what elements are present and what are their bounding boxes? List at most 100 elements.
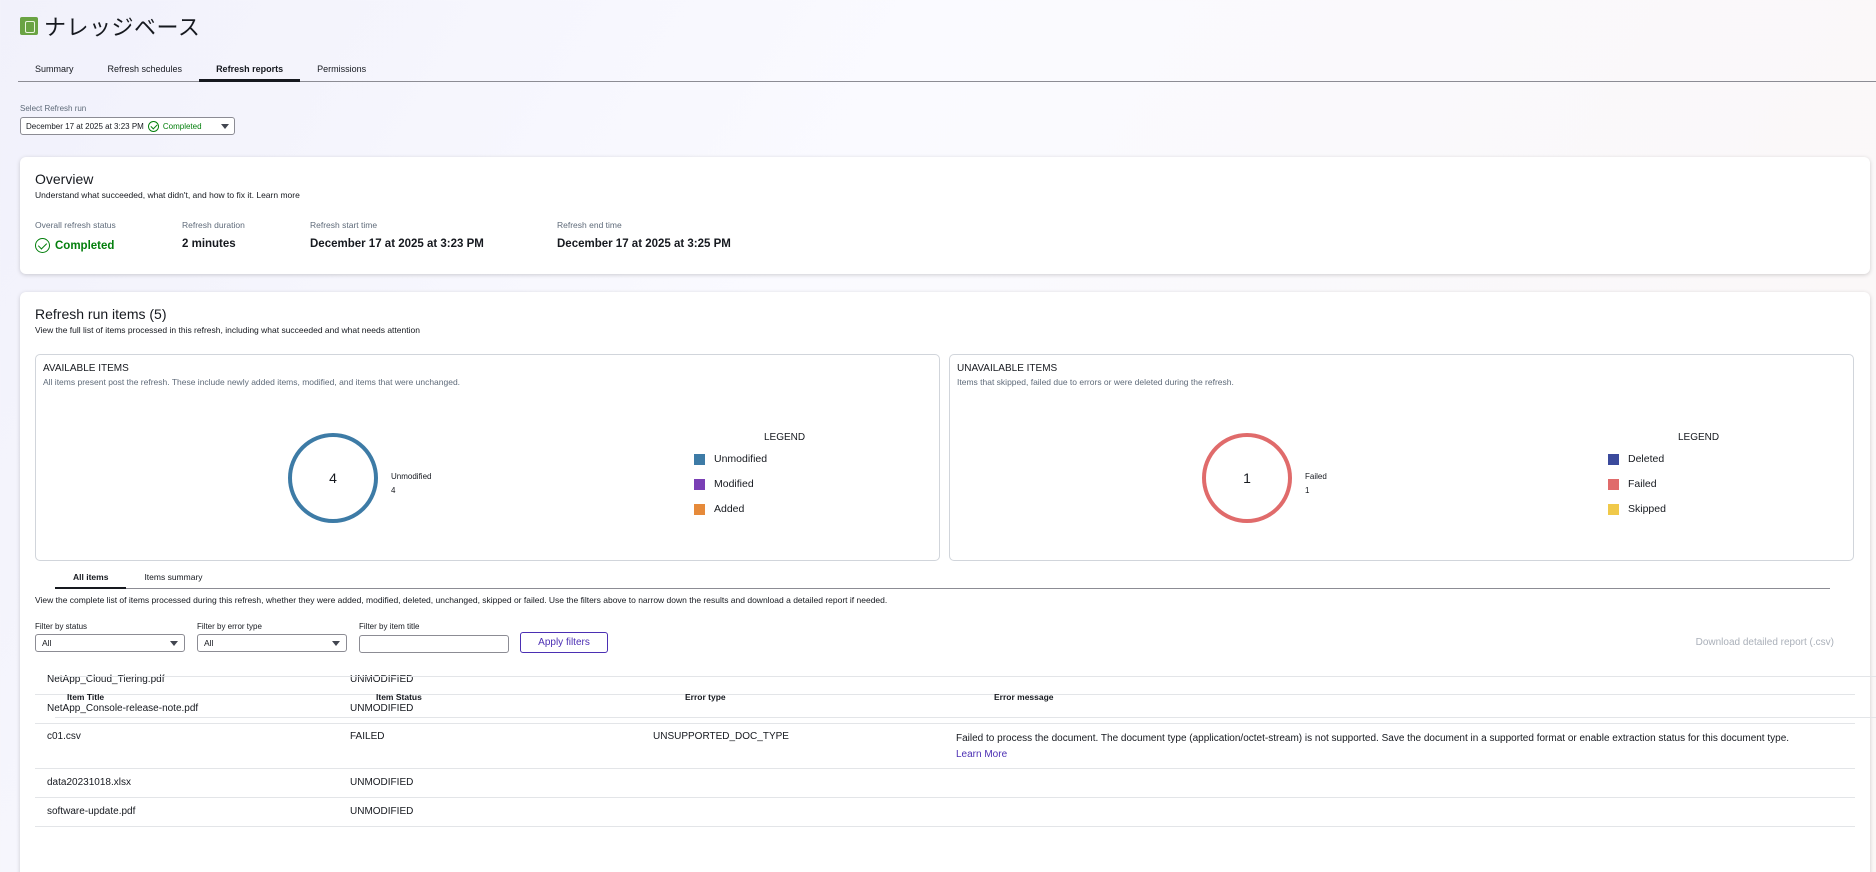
knowledge-base-icon (20, 17, 38, 35)
stat-end-time: Refresh end time December 17 at 2025 at … (557, 220, 804, 253)
items-subtabs: All items Items summary (55, 567, 1830, 589)
refresh-run-select[interactable]: December 17 at 2025 at 3:23 PM Completed (20, 117, 235, 135)
overview-card: Overview Understand what succeeded, what… (20, 157, 1870, 274)
item-title-filter: Filter by item title (359, 622, 509, 653)
legend-item-failed: Failed (1608, 478, 1719, 490)
overview-description: Understand what succeeded, what didn't, … (35, 190, 300, 200)
unavailable-items-panel: UNAVAILABLE ITEMS Items that skipped, fa… (949, 354, 1854, 561)
item-title-filter-input[interactable] (359, 635, 509, 653)
item-status: UNMODIFIED (350, 777, 414, 788)
tab-all-items[interactable]: All items (55, 567, 127, 589)
error-type: UNSUPPORTED_DOC_TYPE (653, 731, 789, 742)
item-title: c01.csv (47, 731, 81, 742)
refresh-run-items-card: Refresh run items (5) View the full list… (20, 292, 1876, 872)
overview-stats: Overall refresh status Completed Refresh… (35, 220, 1855, 253)
donut-label-value: 4 (391, 486, 396, 495)
column-header: Error type (685, 692, 726, 702)
status-filter-select[interactable]: All (35, 634, 185, 652)
donut-total: 4 (329, 470, 337, 486)
stat-value: 2 minutes (182, 238, 236, 250)
learn-more-link[interactable]: Learn More (956, 749, 1007, 760)
legend-label: Modified (714, 478, 754, 490)
legend-label: Unmodified (714, 453, 768, 465)
legend-item-unmodified: Unmodified (694, 453, 805, 465)
column-header: Error message (994, 692, 1054, 702)
panel-description: All items present post the refresh. Thes… (43, 377, 461, 387)
caret-down-icon (221, 123, 229, 129)
stat-start-time: Refresh start time December 17 at 2025 a… (310, 220, 557, 253)
download-report-button[interactable]: Download detailed report (.csv) (1696, 637, 1834, 648)
item-status: FAILED (350, 731, 385, 742)
stat-label: Refresh end time (557, 220, 622, 230)
check-circle-icon (147, 120, 159, 132)
stat-value-row: Completed (35, 238, 182, 253)
stat-duration: Refresh duration 2 minutes (182, 220, 310, 253)
overview-title: Overview (35, 171, 94, 187)
legend-item-deleted: Deleted (1608, 453, 1719, 465)
donut-label-name: Unmodified (391, 472, 432, 481)
legend-item-skipped: Skipped (1608, 503, 1719, 515)
panel-title: UNAVAILABLE ITEMS (957, 363, 1058, 374)
items-description: View the full list of items processed in… (35, 325, 420, 335)
item-title: software-update.pdf (47, 806, 136, 817)
legend-title: LEGEND (764, 432, 806, 443)
unavailable-donut-chart: 1 (1202, 433, 1292, 523)
column-header: Item Status (376, 692, 422, 702)
error-type-filter: Filter by error type All (197, 622, 347, 652)
legend-swatch (694, 453, 705, 465)
filter-label: Filter by status (35, 622, 88, 631)
tab-summary[interactable]: Summary (18, 58, 91, 82)
main-tabs: Summary Refresh schedules Refresh report… (18, 58, 1876, 82)
items-list-description: View the complete list of items processe… (35, 595, 888, 605)
table-row: data20231018.xlsx UNMODIFIED (35, 769, 1855, 798)
available-donut-chart: 4 (288, 433, 378, 523)
legend-item-modified: Modified (694, 478, 805, 490)
page-header: ナレッジベース (20, 10, 200, 42)
panel-title: AVAILABLE ITEMS (43, 363, 129, 374)
stat-label: Refresh duration (182, 220, 245, 230)
table-header-row: Item Title Item Status Error type Error … (55, 676, 1876, 718)
error-type-filter-select[interactable]: All (197, 634, 347, 652)
items-title: Refresh run items (5) (35, 306, 167, 322)
caret-down-icon (332, 640, 340, 646)
apply-filters-button[interactable]: Apply filters (520, 632, 608, 653)
legend-swatch (694, 478, 705, 490)
donut-label-name: Failed (1305, 472, 1327, 481)
available-legend: LEGEND Unmodified Modified Added (694, 432, 805, 528)
filter-label: Filter by error type (197, 622, 262, 631)
error-message: Failed to process the document. The docu… (956, 733, 1790, 744)
donut-label: Failed 1 (1305, 470, 1327, 498)
tab-refresh-reports[interactable]: Refresh reports (199, 58, 301, 82)
stat-value: Completed (55, 239, 115, 252)
legend-label: Failed (1628, 478, 1657, 490)
error-message-cell: Failed to process the document. The docu… (944, 731, 1844, 768)
legend-title: LEGEND (1678, 432, 1720, 443)
filter-label: Filter by item title (359, 622, 420, 631)
donut-label: Unmodified 4 (391, 470, 431, 498)
stat-value: December 17 at 2025 at 3:25 PM (557, 238, 731, 250)
refresh-run-status: Completed (162, 121, 202, 131)
tab-items-summary[interactable]: Items summary (126, 567, 220, 589)
available-items-panel: AVAILABLE ITEMS All items present post t… (35, 354, 940, 561)
legend-swatch (1608, 478, 1619, 490)
tab-permissions[interactable]: Permissions (300, 58, 383, 82)
caret-down-icon (170, 640, 178, 646)
stat-label: Overall refresh status (35, 220, 116, 230)
filter-value: All (42, 638, 52, 648)
legend-label: Skipped (1628, 503, 1666, 515)
unavailable-legend: LEGEND Deleted Failed Skipped (1608, 432, 1719, 528)
stat-value: December 17 at 2025 at 3:23 PM (310, 238, 484, 250)
stat-label: Refresh start time (310, 220, 378, 230)
filter-value: All (204, 638, 214, 648)
error-type (641, 777, 944, 797)
check-circle-icon (35, 238, 50, 253)
stat-overall-status: Overall refresh status Completed (35, 220, 182, 253)
refresh-run-value: December 17 at 2025 at 3:23 PM (26, 121, 144, 131)
tab-refresh-schedules[interactable]: Refresh schedules (91, 58, 200, 82)
status-filter: Filter by status All (35, 622, 185, 652)
legend-swatch (1608, 453, 1619, 465)
error-message (944, 806, 1844, 826)
item-title: data20231018.xlsx (47, 777, 131, 788)
page-title: ナレッジベース (44, 15, 201, 40)
error-message (944, 777, 1844, 797)
